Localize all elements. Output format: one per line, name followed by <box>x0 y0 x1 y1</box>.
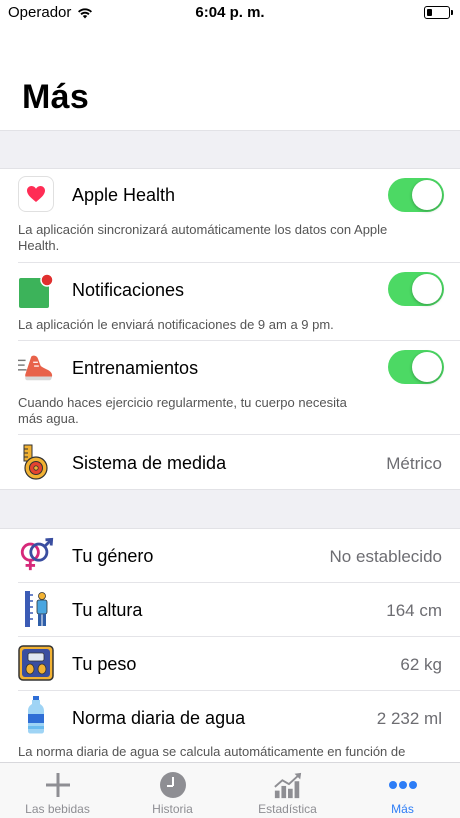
water-norm-value: 2 232 ml <box>376 709 442 728</box>
tab-statistics[interactable]: Estadística <box>230 763 345 818</box>
apple-health-row: Apple Health La aplicación sincronizará … <box>0 169 460 263</box>
workouts-toggle[interactable] <box>388 350 444 384</box>
height-value: 164 cm <box>386 601 442 620</box>
workouts-label: Entrenamientos <box>72 358 199 378</box>
gender-row[interactable]: Tu género No establecido <box>0 529 460 583</box>
tab-drinks[interactable]: Las bebidas <box>0 763 115 818</box>
height-row[interactable]: Tu altura 164 cm <box>0 583 460 637</box>
section-gap <box>0 130 460 169</box>
workouts-row: Entrenamientos Cuando haces ejercicio re… <box>0 341 460 435</box>
water-norm-row[interactable]: Norma diaria de agua 2 232 ml La norma d… <box>0 691 460 763</box>
gender-label: Tu género <box>72 546 154 566</box>
tab-label: Más <box>391 802 414 816</box>
notifications-toggle[interactable] <box>388 272 444 306</box>
status-time: 6:04 p. m. <box>195 4 265 21</box>
gender-icon <box>18 537 54 573</box>
weight-value: 62 kg <box>400 655 442 674</box>
water-bottle-icon <box>18 696 54 734</box>
tab-history[interactable]: Historia <box>115 763 230 818</box>
heart-icon <box>18 176 54 212</box>
apple-health-toggle[interactable] <box>388 178 444 212</box>
tab-bar: Las bebidas Historia Estadística Más <box>0 762 460 818</box>
scale-icon <box>18 645 54 681</box>
weight-row[interactable]: Tu peso 62 kg <box>0 637 460 691</box>
units-row[interactable]: Sistema de medida Métrico <box>0 435 460 489</box>
page-title: Más <box>22 78 90 116</box>
units-value: Métrico <box>386 454 442 473</box>
clock-icon <box>158 770 188 800</box>
sneaker-icon <box>18 349 54 385</box>
water-norm-description: La norma diaria de agua se calcula autom… <box>18 744 406 759</box>
notifications-description: La aplicación le enviará notificaciones … <box>18 317 334 332</box>
more-icon <box>388 770 418 800</box>
apple-health-description: La aplicación sincronizará automáticamen… <box>18 222 388 253</box>
tab-label: Estadística <box>258 802 317 816</box>
tab-label: Historia <box>152 802 193 816</box>
notifications-row: Notificaciones La aplicación le enviará … <box>0 263 460 341</box>
units-label: Sistema de medida <box>72 453 227 473</box>
water-norm-label: Norma diaria de agua <box>72 708 246 728</box>
weight-label: Tu peso <box>72 654 137 674</box>
notifications-label: Notificaciones <box>72 280 185 300</box>
plus-icon <box>43 770 73 800</box>
status-bar: Operador 6:04 p. m. <box>0 0 460 26</box>
tab-more[interactable]: Más <box>345 763 460 818</box>
apple-health-label: Apple Health <box>72 185 176 205</box>
height-label: Tu altura <box>72 600 143 620</box>
tab-label: Las bebidas <box>25 802 90 816</box>
chart-icon <box>273 770 303 800</box>
notification-icon <box>18 273 54 309</box>
section-gap <box>0 489 460 529</box>
workouts-description: Cuando haces ejercicio regularmente, tu … <box>18 395 347 426</box>
measuring-tape-icon <box>18 444 54 480</box>
height-ruler-icon <box>18 591 54 627</box>
gender-value: No establecido <box>329 547 442 566</box>
battery-icon <box>424 6 453 19</box>
